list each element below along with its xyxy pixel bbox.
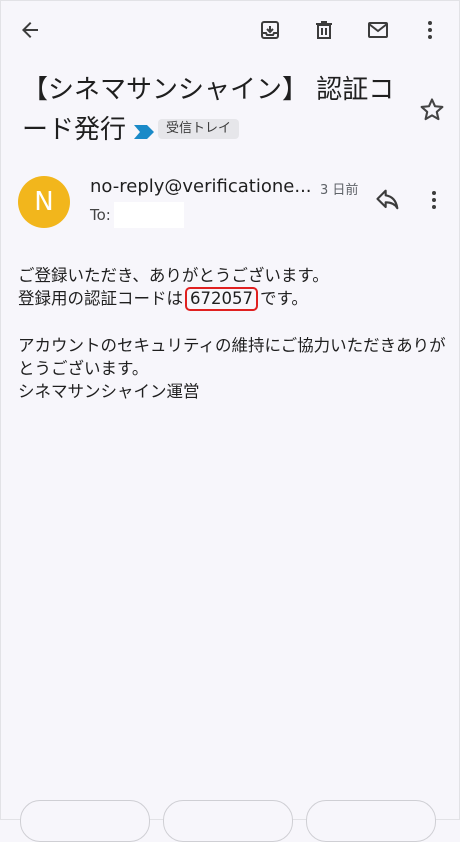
more-options-button[interactable]	[412, 12, 448, 48]
body-text-segment: 登録用の認証コードは	[18, 289, 183, 308]
sender-avatar[interactable]: N	[18, 176, 70, 228]
body-line: アカウントのセキュリティの維持にご協力いただきありがとうございます。	[18, 336, 446, 378]
message-more-button[interactable]	[422, 186, 446, 214]
star-icon	[420, 98, 444, 121]
archive-icon	[261, 21, 279, 39]
star-button[interactable]	[418, 96, 446, 124]
recipient-label[interactable]: To:	[90, 206, 111, 224]
important-marker-icon[interactable]	[134, 111, 155, 151]
email-body: ご登録いただき、ありがとうございます。 登録用の認証コードは 672057 です。 …	[18, 264, 448, 403]
body-line-code: 登録用の認証コードは 672057 です。	[18, 287, 448, 311]
mark-unread-button[interactable]	[360, 12, 396, 48]
more-vert-icon	[432, 191, 436, 209]
reply-action-chip[interactable]	[20, 800, 150, 842]
recipient-value-redacted	[114, 202, 184, 228]
reply-icon	[376, 189, 399, 210]
body-text-segment: です。	[260, 289, 308, 308]
inbox-label-chip[interactable]: 受信トレイ	[158, 118, 240, 139]
email-subject: 【シネマサンシャイン】 認証コード発行 受信トレイ	[22, 70, 402, 151]
reply-button[interactable]	[374, 186, 402, 214]
trash-icon	[316, 21, 332, 39]
back-button[interactable]	[12, 12, 48, 48]
verification-code: 672057	[185, 287, 258, 311]
body-line: ご登録いただき、ありがとうございます。	[18, 266, 329, 285]
top-app-bar	[0, 0, 460, 62]
sender-address[interactable]: no-reply@verificatione...	[90, 176, 312, 197]
body-signature: シネマサンシャイン運営	[18, 382, 200, 401]
mail-icon	[368, 22, 388, 38]
reply-all-action-chip[interactable]	[163, 800, 293, 842]
more-vert-icon	[428, 21, 432, 39]
archive-button[interactable]	[252, 12, 288, 48]
arrow-back-icon	[22, 22, 38, 38]
delete-button[interactable]	[306, 12, 342, 48]
email-date: 3 日前	[320, 183, 359, 198]
forward-action-chip[interactable]	[306, 800, 436, 842]
